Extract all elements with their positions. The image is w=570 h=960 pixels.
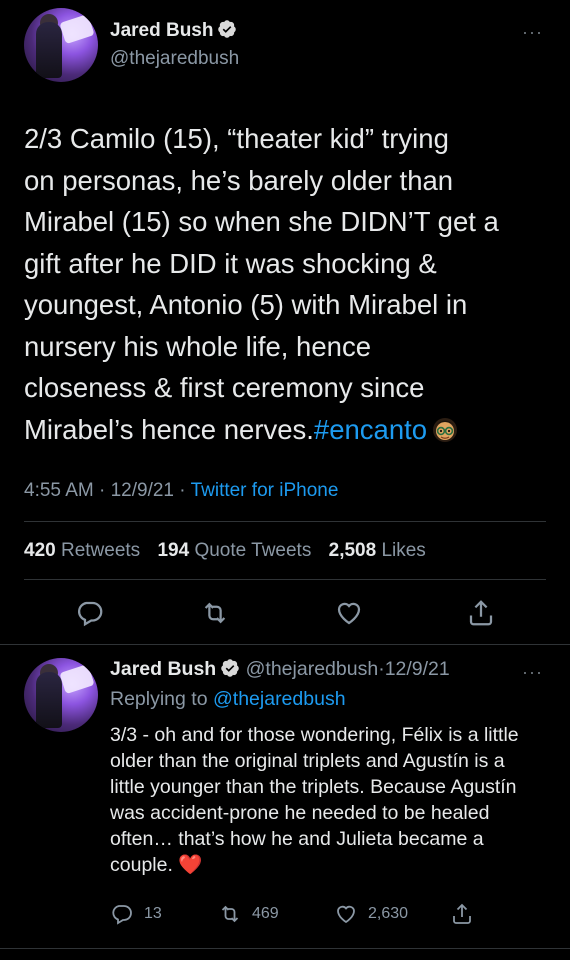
like-icon (337, 905, 355, 924)
divider (0, 644, 570, 645)
tweet-text: 2/3 Camilo (15), “theater kid” trying on… (24, 123, 499, 445)
reply-button[interactable]: 13 (110, 902, 162, 926)
hashtag-link[interactable]: #encanto (314, 414, 427, 445)
tweet-meta: 4:55 AM · 12/9/21 · Twitter for iPhone (24, 480, 339, 501)
tweet-stats: 420 Retweets 194 Quote Tweets 2,508 Like… (24, 540, 438, 562)
reply-date[interactable]: 12/9/21 (385, 658, 450, 680)
author-name[interactable]: Jared Bush (110, 19, 237, 42)
verified-icon (218, 20, 237, 38)
retweet-icon[interactable] (200, 598, 230, 628)
author-handle[interactable]: @thejaredbush (110, 48, 239, 70)
verified-icon (221, 659, 239, 677)
retweet-icon (221, 905, 239, 923)
source-link[interactable]: Twitter for iPhone (191, 480, 339, 501)
reply-actions: 13 469 2,630 (110, 902, 530, 930)
author-handle[interactable]: @thejaredbush (246, 658, 379, 680)
quotes-stat[interactable]: 194 Quote Tweets (157, 540, 311, 561)
more-icon[interactable]: ··· (522, 22, 543, 43)
share-icon (453, 903, 471, 924)
reply-header: Jared Bush @thejaredbush·12/9/21 (110, 658, 450, 680)
encanto-emoji-icon (433, 417, 458, 442)
reply-text: 3/3 - oh and for those wondering, Félix … (110, 724, 519, 876)
share-icon[interactable] (466, 598, 496, 628)
author-name[interactable]: Jared Bush (110, 658, 216, 680)
divider (24, 579, 546, 580)
share-button[interactable] (450, 902, 474, 926)
replying-to: Replying to @thejaredbush (110, 688, 346, 710)
retweet-button[interactable]: 469 (218, 902, 279, 926)
avatar[interactable] (24, 8, 98, 82)
reply-icon[interactable] (75, 598, 105, 628)
like-button[interactable]: 2,630 (334, 902, 408, 926)
reply-icon (112, 905, 132, 925)
like-icon[interactable] (334, 598, 364, 628)
divider (24, 521, 546, 522)
retweets-stat[interactable]: 420 Retweets (24, 540, 140, 561)
more-icon[interactable]: ··· (522, 662, 543, 683)
heart-emoji-icon: ❤️ (178, 854, 203, 876)
replying-to-link[interactable]: @thejaredbush (213, 688, 346, 710)
likes-stat[interactable]: 2,508 Likes (329, 540, 426, 561)
avatar[interactable] (24, 658, 98, 732)
divider (0, 948, 570, 949)
